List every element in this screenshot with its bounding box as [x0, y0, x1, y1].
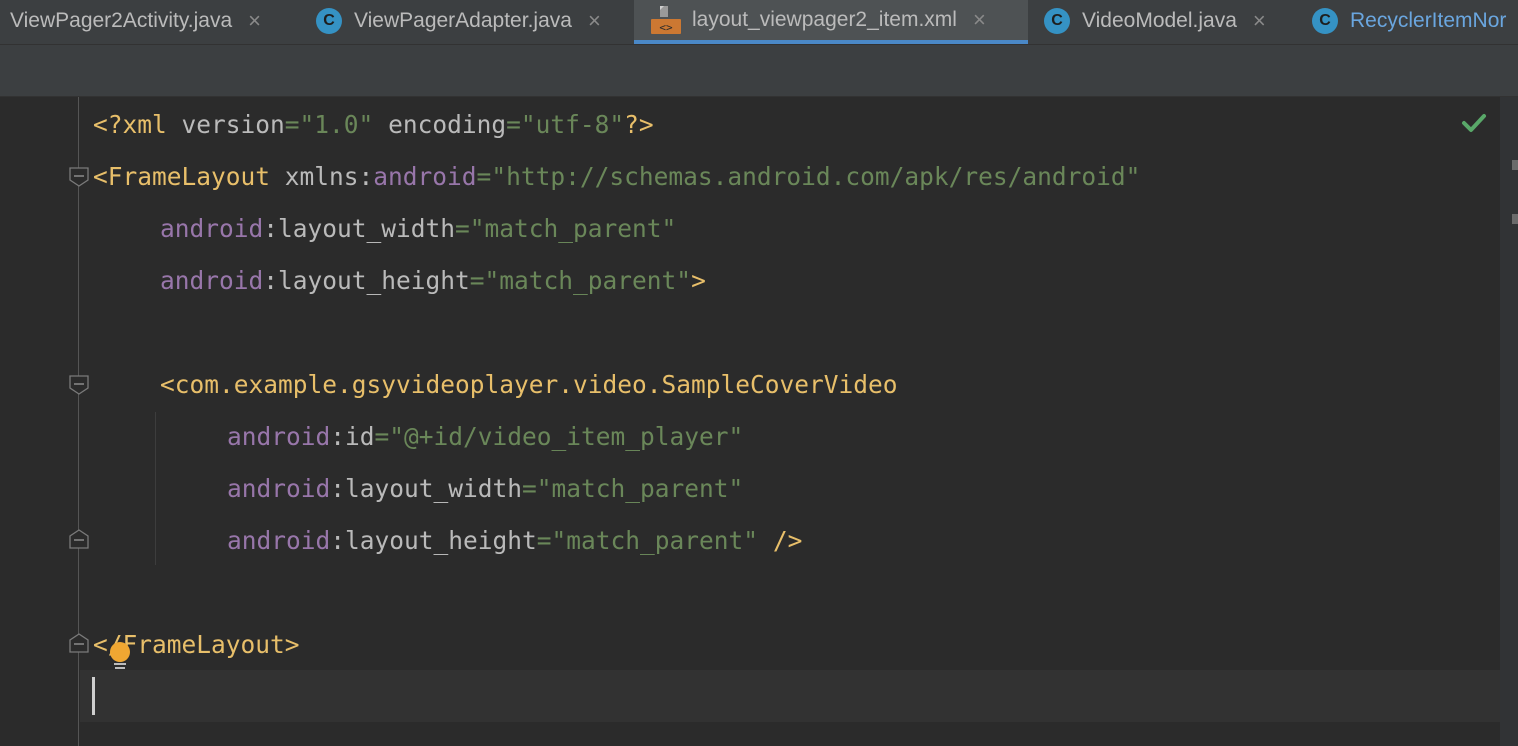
code-line-9[interactable]: android:layout_height="match_parent" /> — [227, 515, 802, 567]
tab-recycler-item-normal[interactable]: C RecyclerItemNor — [1312, 0, 1506, 42]
tab-layout-viewpager2-item[interactable]: <> layout_viewpager2_item.xml × — [634, 0, 1028, 44]
xml-file-icon: <> — [650, 5, 682, 35]
scroll-marker — [1512, 160, 1518, 170]
code-line-4[interactable]: android:layout_height="match_parent"> — [160, 255, 706, 307]
fold-marker-icon[interactable] — [69, 375, 89, 395]
tab-label: layout_viewpager2_item.xml — [692, 8, 957, 31]
code-line-1[interactable]: <?xml version="1.0" encoding="utf-8"?> — [93, 99, 654, 151]
check-icon[interactable] — [1461, 112, 1487, 134]
close-icon[interactable]: × — [248, 10, 261, 32]
tab-viewpager-adapter[interactable]: C ViewPagerAdapter.java × — [316, 0, 601, 42]
editor-scrollbar[interactable] — [1500, 97, 1518, 746]
close-icon[interactable]: × — [588, 10, 601, 32]
text-caret — [92, 677, 95, 715]
tab-viewpager2-activity[interactable]: ViewPager2Activity.java × — [10, 0, 261, 42]
code-line-3[interactable]: android:layout_width="match_parent" — [160, 203, 676, 255]
editor-toolbar-strip — [0, 45, 1518, 97]
svg-text:<>: <> — [659, 21, 673, 34]
code-line-6[interactable]: <com.example.gsyvideoplayer.video.Sample… — [160, 359, 898, 411]
lightbulb-icon[interactable] — [108, 641, 132, 671]
close-icon[interactable]: × — [973, 9, 986, 31]
code-line-8[interactable]: android:layout_width="match_parent" — [227, 463, 743, 515]
tab-label: RecyclerItemNor — [1350, 9, 1507, 32]
fold-end-marker-icon[interactable] — [69, 529, 89, 549]
tab-label: VideoModel.java — [1082, 9, 1237, 32]
class-icon: C — [316, 8, 342, 34]
scroll-marker — [1512, 214, 1518, 224]
code-line-7[interactable]: android:id="@+id/video_item_player" — [227, 411, 743, 463]
close-icon[interactable]: × — [1253, 10, 1266, 32]
editor-tab-bar: ViewPager2Activity.java × C ViewPagerAda… — [0, 0, 1518, 45]
class-icon: C — [1312, 8, 1338, 34]
code-line-2[interactable]: <FrameLayout xmlns:android="http://schem… — [93, 151, 1140, 203]
tab-label: ViewPagerAdapter.java — [354, 9, 572, 32]
tab-video-model[interactable]: C VideoModel.java × — [1044, 0, 1266, 42]
class-icon: C — [1044, 8, 1070, 34]
tab-label: ViewPager2Activity.java — [10, 9, 233, 32]
fold-marker-icon[interactable] — [69, 167, 89, 187]
indent-guide — [155, 412, 156, 565]
fold-end-marker-icon[interactable] — [69, 633, 89, 653]
current-line-highlight — [80, 670, 1500, 722]
code-editor[interactable]: <?xml version="1.0" encoding="utf-8"?> <… — [0, 97, 1500, 746]
